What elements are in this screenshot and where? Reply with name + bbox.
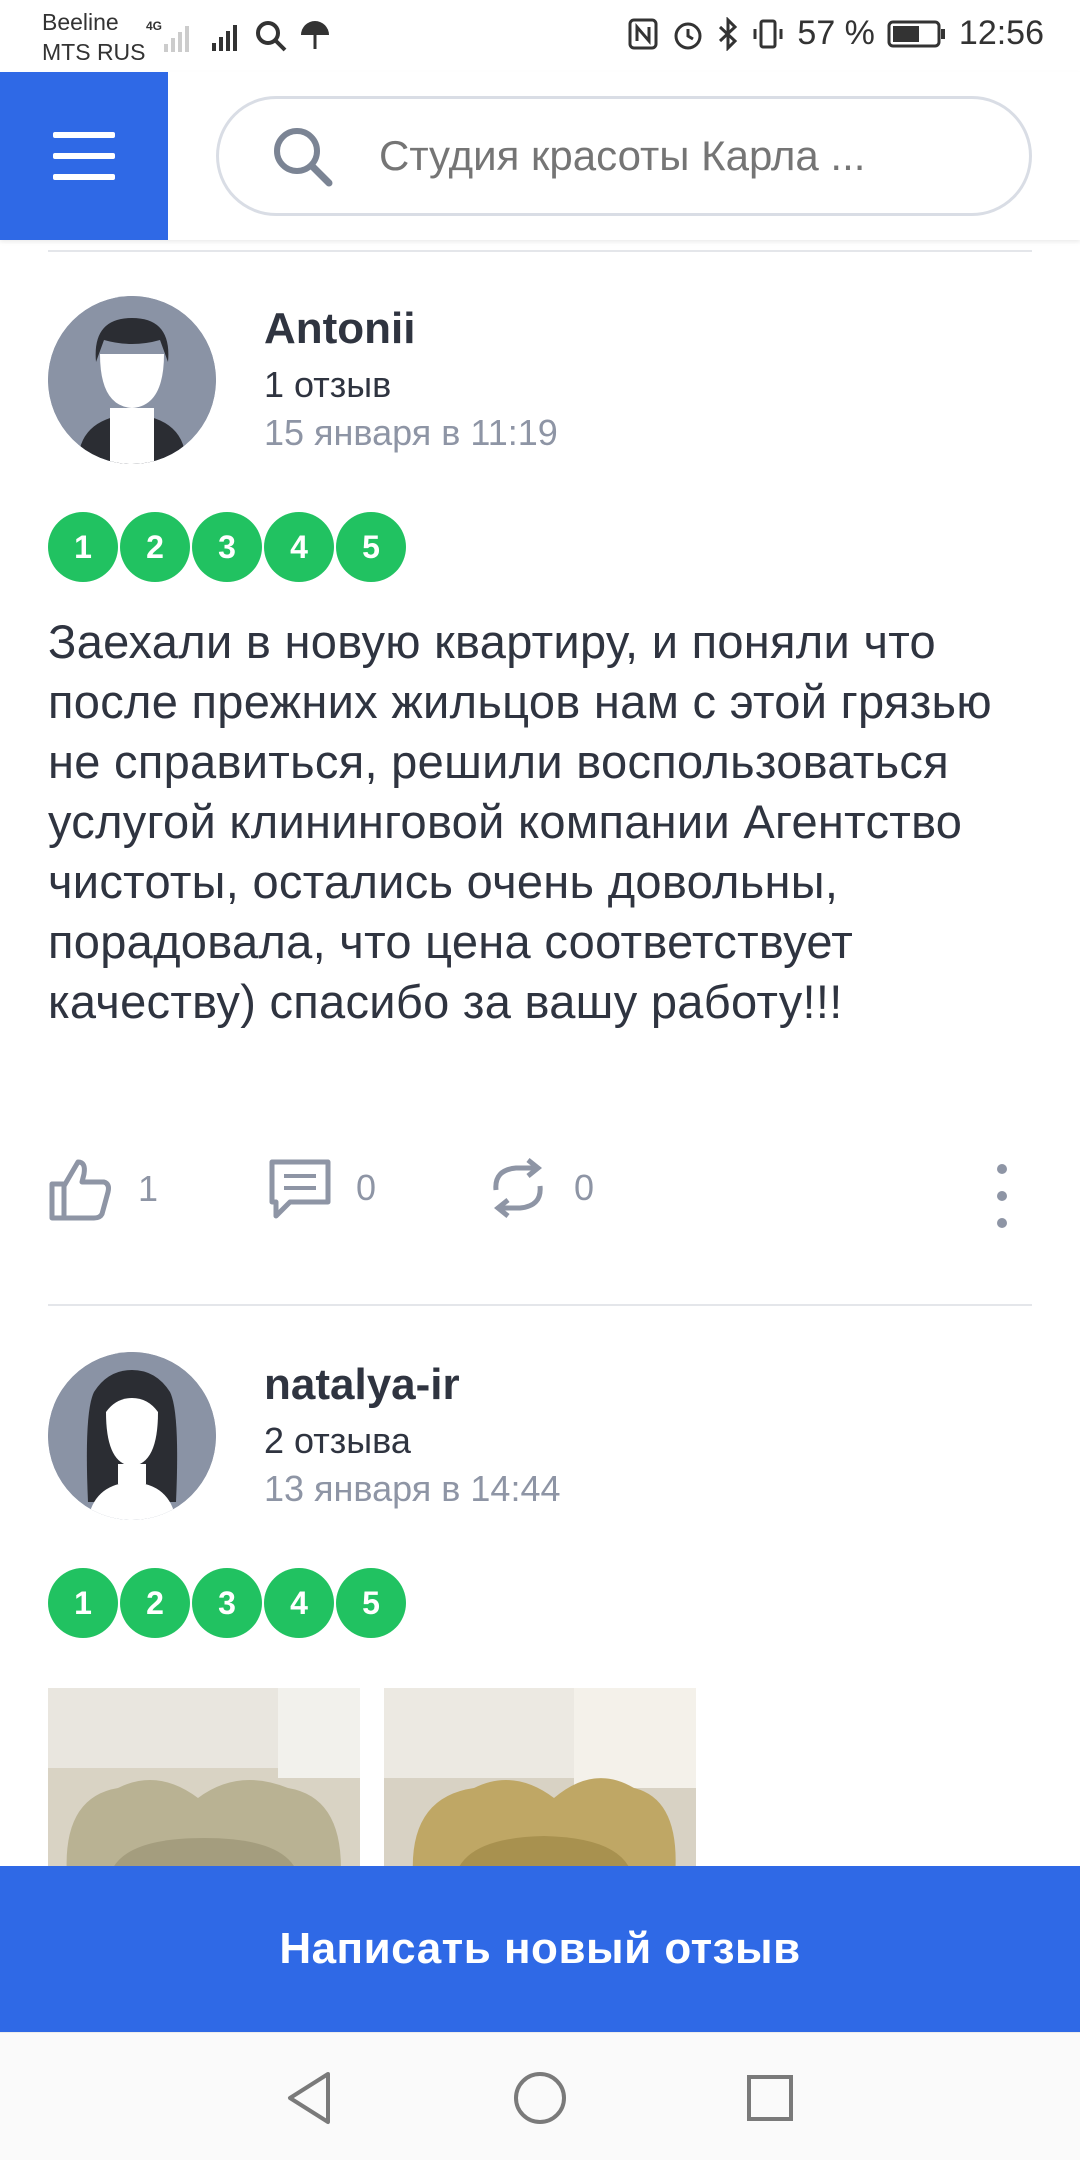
home-circle-icon (514, 2072, 566, 2124)
app-header (0, 72, 1080, 240)
divider (48, 1304, 1032, 1306)
network-type-label: 4G (146, 19, 162, 33)
bluetooth-icon (719, 16, 738, 51)
review-actions: 1 0 0 (48, 1156, 1032, 1236)
review-date: 15 января в 11:19 (264, 412, 558, 453)
more-dot (997, 1164, 1007, 1174)
carrier-1: Beeline (42, 9, 119, 35)
signal-icons: 4G (146, 18, 332, 54)
home-button[interactable] (505, 2063, 575, 2133)
user-female-icon (48, 1352, 216, 1520)
rating: 1 2 3 4 5 (48, 1568, 406, 1638)
umbrella-icon (301, 21, 329, 49)
search-status-icon (256, 21, 287, 52)
battery-percent: 57 % (797, 14, 875, 52)
hamburger-line (53, 132, 115, 138)
avatar[interactable] (48, 296, 216, 464)
rating-dot: 2 (120, 512, 190, 582)
menu-button[interactable] (0, 72, 168, 240)
repost-icon (493, 1158, 543, 1218)
battery-icon (887, 20, 945, 47)
vibrate-icon (753, 19, 783, 48)
write-review-button[interactable]: Написать новый отзыв (0, 1866, 1080, 2032)
search-icon (274, 128, 333, 187)
author-review-count: 1 отзыв (264, 364, 392, 405)
navigation-bar (0, 2032, 1080, 2160)
status-right: 57 % 12:56 (627, 14, 1044, 53)
signal-sim1-icon: 4G (146, 19, 189, 52)
review-photo[interactable] (384, 1688, 696, 1888)
rating-dot: 3 (192, 512, 262, 582)
review-photo[interactable] (48, 1688, 360, 1888)
rating-dot: 1 (48, 1568, 118, 1638)
alarm-icon (674, 22, 702, 49)
review-photos (48, 1688, 696, 1888)
more-dot (997, 1218, 1007, 1228)
back-button[interactable] (274, 2063, 344, 2133)
rating-dot: 5 (336, 512, 406, 582)
signal-sim2-icon (212, 25, 237, 51)
hamburger-line (53, 174, 115, 180)
comment-icon (269, 1159, 331, 1219)
sofa-photo (384, 1688, 696, 1888)
avatar[interactable] (48, 1352, 216, 1520)
review-text: Заехали в новую квартиру, и поняли что п… (48, 615, 992, 1028)
rating-dot: 2 (120, 1568, 190, 1638)
more-dot (997, 1191, 1007, 1201)
hamburger-line (53, 153, 115, 159)
carrier-2: MTS RUS (42, 39, 146, 65)
repost-count: 0 (574, 1167, 595, 1208)
author-review-count: 2 отзыва (264, 1420, 411, 1461)
comment-count: 0 (356, 1167, 377, 1208)
like-count: 1 (138, 1168, 159, 1209)
rating-dot: 1 (48, 512, 118, 582)
rating-dot: 4 (264, 512, 334, 582)
comment-button[interactable]: 0 (268, 1156, 376, 1220)
nfc-icon (628, 18, 658, 49)
back-triangle-icon (288, 2072, 330, 2124)
sofa-photo (48, 1688, 360, 1888)
like-button[interactable]: 1 (48, 1156, 158, 1222)
status-bar: Beeline MTS RUS 4G 57 % 12:56 (0, 0, 1080, 72)
clock: 12:56 (958, 14, 1044, 52)
search-box[interactable] (216, 96, 1032, 216)
user-male-icon (48, 296, 216, 464)
rating-dot: 5 (336, 1568, 406, 1638)
more-options-button[interactable] (992, 1164, 1012, 1228)
review-card: natalya-ir 2 отзыва 13 января в 14:44 1 … (48, 1352, 1032, 1888)
repost-button[interactable]: 0 (486, 1156, 594, 1220)
recents-square-icon (747, 2075, 793, 2121)
carrier-info: Beeline MTS RUS (42, 8, 146, 68)
recents-button[interactable] (735, 2063, 805, 2133)
review-card: Antonii 1 отзыв 15 января в 11:19 1 2 3 … (48, 296, 1032, 1296)
review-date: 13 января в 14:44 (264, 1468, 561, 1509)
author-name[interactable]: Antonii (264, 304, 416, 354)
rating: 1 2 3 4 5 (48, 512, 406, 582)
author-name[interactable]: natalya-ir (264, 1360, 460, 1410)
thumbs-up-icon (49, 1159, 111, 1221)
search-input[interactable] (379, 132, 979, 180)
divider (48, 250, 1032, 252)
rating-dot: 3 (192, 1568, 262, 1638)
rating-dot: 4 (264, 1568, 334, 1638)
